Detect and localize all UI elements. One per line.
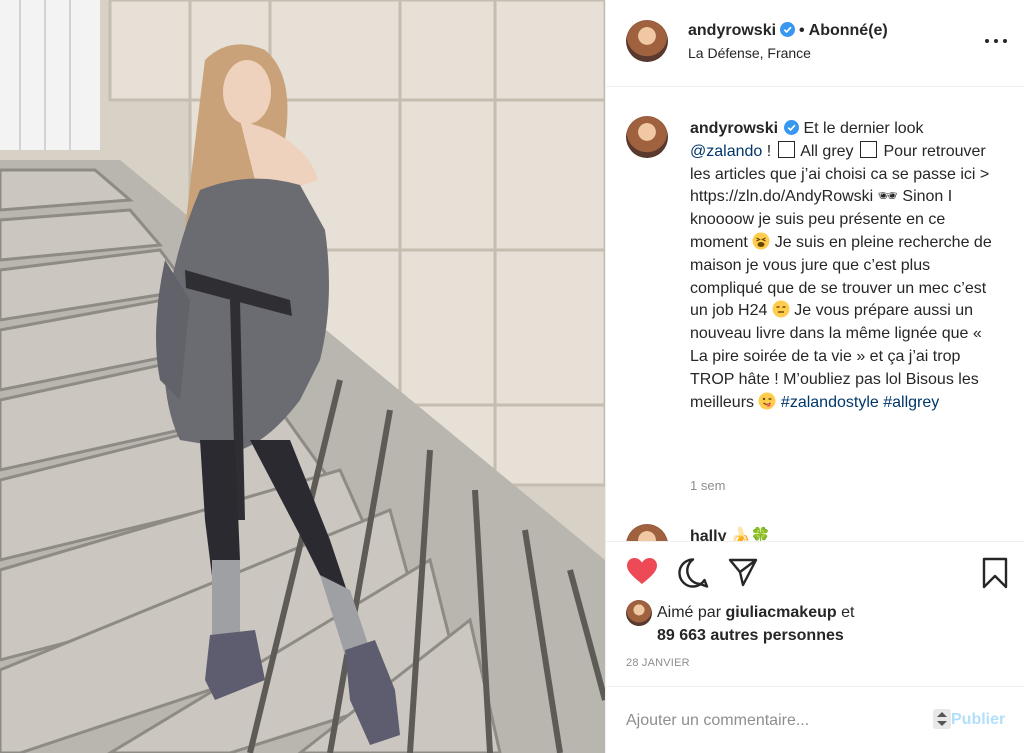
- more-options-icon[interactable]: [985, 30, 1007, 52]
- hashtag-link[interactable]: #zalandostyle: [781, 394, 879, 411]
- photo-illustration: [0, 0, 605, 753]
- reply-emoji: 🍌🍀: [730, 528, 771, 541]
- like-heart-icon[interactable]: [626, 557, 658, 585]
- verified-badge-icon: [784, 120, 800, 135]
- follow-status[interactable]: Abonné(e): [809, 22, 888, 39]
- verified-badge-icon: [780, 22, 796, 37]
- commenter-avatar[interactable]: [626, 524, 668, 541]
- comment-input[interactable]: [626, 709, 926, 733]
- mention-link[interactable]: @zalando: [690, 143, 762, 160]
- post-header-username[interactable]: andyrowski • Abonné(e): [688, 22, 888, 40]
- emoji-box-icon: [860, 140, 877, 158]
- likes-count[interactable]: 89 663 autres personnes: [657, 627, 844, 644]
- post-header: andyrowski • Abonné(e) La Défense, France: [606, 0, 1024, 87]
- liked-prefix: Aimé par: [657, 604, 722, 621]
- tired-face-emoji-icon: [752, 232, 770, 250]
- add-comment-bar: Publier: [606, 686, 1024, 753]
- save-bookmark-icon[interactable]: [982, 557, 1008, 589]
- likes-text: Aimé par giuliacmakeup et 89 663 autres …: [657, 602, 1017, 647]
- comment-bubble-icon[interactable]: [677, 557, 709, 589]
- tongue-wink-emoji-icon: [758, 392, 776, 410]
- reply-username-text[interactable]: hally: [690, 528, 726, 541]
- post-caption: andyrowski Et le dernier look @zalando !…: [690, 118, 1000, 414]
- caption-timestamp[interactable]: 1 sem: [690, 478, 725, 493]
- liked-and: et: [841, 604, 855, 621]
- comments-section: andyrowski Et le dernier look @zalando !…: [606, 88, 1024, 541]
- hashtag-link[interactable]: #allgrey: [883, 394, 939, 411]
- emoji-box-icon: [777, 140, 795, 158]
- comment-row: hally 🍌🍀: [626, 524, 1006, 541]
- textarea-resize-icon[interactable]: [933, 709, 951, 729]
- liked-by-user[interactable]: giuliacmakeup: [725, 604, 836, 621]
- caption-text: Et le dernier look: [803, 120, 924, 137]
- post-actions: Aimé par giuliacmakeup et 89 663 autres …: [606, 541, 1024, 686]
- post-date[interactable]: 28 JANVIER: [626, 657, 690, 669]
- post-location[interactable]: La Défense, France: [688, 45, 811, 61]
- expressionless-emoji-icon: [772, 300, 790, 318]
- sunglasses-emoji-icon: 🕶: [877, 188, 898, 206]
- publish-button[interactable]: Publier: [951, 711, 1005, 729]
- caption-username[interactable]: andyrowski: [690, 120, 778, 137]
- post-sidebar: andyrowski • Abonné(e) La Défense, France …: [605, 0, 1024, 753]
- liker-avatar[interactable]: [626, 600, 652, 626]
- caption-text: !: [762, 142, 776, 160]
- share-send-icon[interactable]: [728, 557, 758, 587]
- commenter-username[interactable]: hally 🍌🍀: [690, 526, 771, 541]
- separator-dot: •: [799, 22, 805, 39]
- caption-text: All grey: [796, 142, 858, 160]
- author-username[interactable]: andyrowski: [688, 22, 776, 39]
- author-avatar[interactable]: [626, 20, 668, 62]
- post-photo[interactable]: [0, 0, 605, 753]
- caption-avatar[interactable]: [626, 116, 668, 158]
